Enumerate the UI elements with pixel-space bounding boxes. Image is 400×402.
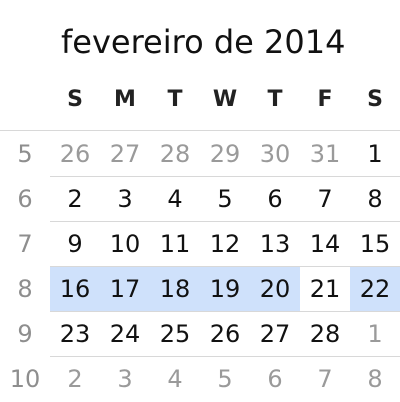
day-cell-other-month[interactable]: 2 xyxy=(50,357,100,401)
day-cell-other-month[interactable]: 7 xyxy=(300,357,350,401)
day-cell[interactable]: 14 xyxy=(300,222,350,266)
day-cell[interactable]: 26 xyxy=(200,312,250,356)
week-days: 26 27 28 29 30 31 1 xyxy=(50,132,400,176)
week-days: 23 24 25 26 27 28 1 xyxy=(50,312,400,356)
day-cell[interactable]: 9 xyxy=(50,222,100,266)
weekday-label: W xyxy=(212,87,238,112)
day-cell[interactable]: 2 xyxy=(50,177,100,221)
week-number: 9 xyxy=(17,320,33,348)
week-number: 6 xyxy=(17,185,33,213)
header-divider xyxy=(0,130,400,131)
day-cell[interactable]: 27 xyxy=(250,312,300,356)
weekday-label: S xyxy=(367,87,383,112)
week-days: 2345678 xyxy=(50,357,400,401)
week-number: 5 xyxy=(17,140,33,168)
day-cell-selected[interactable]: 20 xyxy=(250,267,300,311)
week-number: 7 xyxy=(17,230,33,258)
day-cell[interactable]: 15 xyxy=(350,222,400,266)
day-cell-other-month[interactable]: 31 xyxy=(300,132,350,176)
calendar-view: fevereiro de 2014 S M T W T F S 5 26 27 28 2… xyxy=(0,0,400,400)
day-cell[interactable]: 24 xyxy=(100,312,150,356)
day-cell[interactable]: 1 xyxy=(350,132,400,176)
day-cell[interactable]: 7 xyxy=(300,177,350,221)
day-cell-other-month[interactable]: 28 xyxy=(150,132,200,176)
day-cell-other-month[interactable]: 1 xyxy=(350,312,400,356)
weekday-label: T xyxy=(167,87,183,112)
day-cell[interactable]: 21 xyxy=(300,267,350,311)
day-cell-other-month[interactable]: 5 xyxy=(200,357,250,401)
day-cell-selected[interactable]: 19 xyxy=(200,267,250,311)
day-cell[interactable]: 3 xyxy=(100,177,150,221)
day-cell[interactable]: 4 xyxy=(150,177,200,221)
day-cell-selected[interactable]: 16 xyxy=(50,267,100,311)
day-cell-selected[interactable]: 18 xyxy=(150,267,200,311)
week-row: 9 23 24 25 26 27 28 1 xyxy=(0,312,400,357)
week-row: 8 16 17 18 19 20 21 22 xyxy=(0,267,400,312)
week-row: 7 9 10 11 12 13 14 15 xyxy=(0,222,400,267)
week-days: 9 10 11 12 13 14 15 xyxy=(50,222,400,266)
weekday-label: S xyxy=(67,87,83,112)
day-cell[interactable]: 23 xyxy=(50,312,100,356)
week-days: 2345678 xyxy=(50,177,400,221)
week-row: 10 2 3 4 5 6 7 8 xyxy=(0,357,400,402)
day-cell[interactable]: 8 xyxy=(350,177,400,221)
day-cell-other-month[interactable]: 29 xyxy=(200,132,250,176)
day-cell[interactable]: 12 xyxy=(200,222,250,266)
day-cell[interactable]: 25 xyxy=(150,312,200,356)
day-cell-other-month[interactable]: 3 xyxy=(100,357,150,401)
day-cell[interactable]: 5 xyxy=(200,177,250,221)
day-cell-other-month[interactable]: 6 xyxy=(250,357,300,401)
day-cell-other-month[interactable]: 8 xyxy=(350,357,400,401)
weekday-label: T xyxy=(267,87,283,112)
week-number: 8 xyxy=(17,275,33,303)
day-cell[interactable]: 28 xyxy=(300,312,350,356)
day-cell-other-month[interactable]: 4 xyxy=(150,357,200,401)
week-row: 5 26 27 28 29 30 31 1 xyxy=(0,132,400,177)
day-cell[interactable]: 11 xyxy=(150,222,200,266)
day-cell[interactable]: 10 xyxy=(100,222,150,266)
day-cell[interactable]: 13 xyxy=(250,222,300,266)
week-number: 10 xyxy=(9,365,41,393)
day-cell[interactable]: 6 xyxy=(250,177,300,221)
day-cell-other-month[interactable]: 27 xyxy=(100,132,150,176)
weekday-label: F xyxy=(317,87,333,112)
weekday-header: S M T W T F S xyxy=(50,82,400,118)
week-days: 16 17 18 19 20 21 22 xyxy=(50,267,400,311)
week-row: 62345678 xyxy=(0,177,400,222)
day-cell-selected[interactable]: 22 xyxy=(350,267,400,311)
day-cell-other-month[interactable]: 26 xyxy=(50,132,100,176)
day-cell-selected[interactable]: 17 xyxy=(100,267,150,311)
month-title[interactable]: fevereiro de 2014 xyxy=(61,20,345,64)
weekday-label: M xyxy=(114,87,136,112)
day-cell-other-month[interactable]: 30 xyxy=(250,132,300,176)
